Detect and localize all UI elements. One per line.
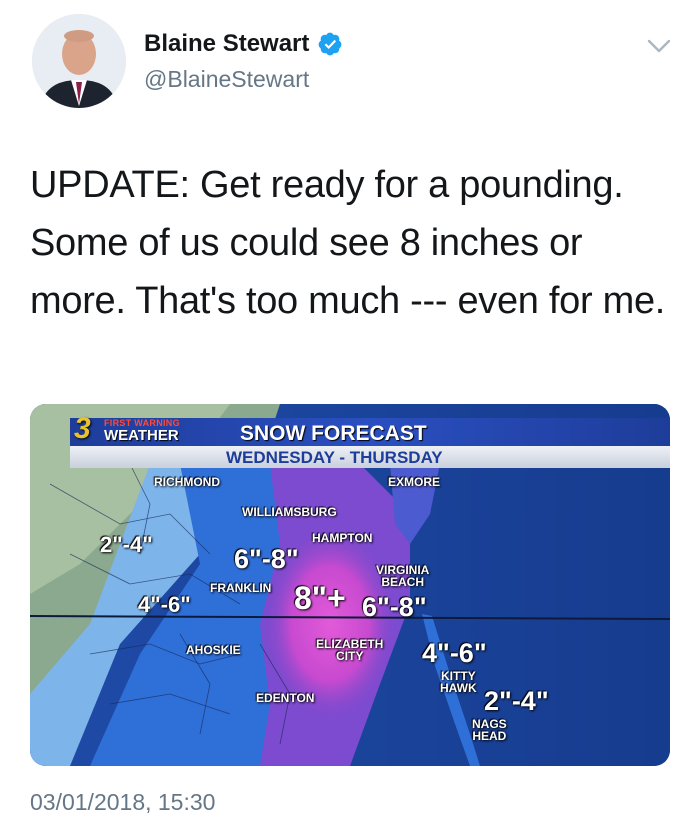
logo-line2: WEATHER <box>104 427 179 444</box>
verified-badge-icon <box>319 32 342 56</box>
display-name[interactable]: Blaine Stewart <box>144 30 309 58</box>
avatar[interactable] <box>32 14 126 108</box>
place-edenton: EDENTON <box>256 691 315 705</box>
amount-obx-south: 2"-4" <box>484 686 549 716</box>
amount-beach: 6"-8" <box>362 592 427 622</box>
place-williamsburg: WILLIAMSBURG <box>242 505 337 519</box>
place-nags-head: NAGS HEAD <box>472 717 507 743</box>
amount-center-north: 6"-8" <box>234 544 299 574</box>
place-kitty-hawk: KITTY HAWK <box>440 669 477 695</box>
station-logo: 3 FIRST WARNING WEATHER <box>74 412 192 446</box>
tweet-header: Blaine Stewart @BlaineStewart <box>0 0 700 120</box>
place-richmond: RICHMOND <box>154 475 220 489</box>
place-ahoskie: AHOSKIE <box>186 643 241 657</box>
place-virginia-beach: VIRGINIA BEACH <box>376 563 430 589</box>
logo-number: 3 <box>74 412 91 445</box>
place-hampton: HAMPTON <box>312 531 373 545</box>
place-franklin: FRANKLIN <box>210 581 272 595</box>
tweet-media-image[interactable]: SNOW FORECAST WEDNESDAY - THURSDAY 3 FIR… <box>30 404 670 766</box>
place-elizabeth-city: ELIZABETH CITY <box>316 637 384 663</box>
forecast-title: SNOW FORECAST <box>240 422 427 445</box>
amount-max: 8"+ <box>294 580 346 616</box>
avatar-photo-icon <box>32 14 126 108</box>
amount-southwest: 4"-6" <box>138 592 191 617</box>
chevron-down-icon[interactable] <box>646 36 672 56</box>
user-handle[interactable]: @BlaineStewart <box>144 66 309 93</box>
tweet-text: UPDATE: Get ready for a pounding. Some o… <box>30 164 666 322</box>
forecast-subtitle: WEDNESDAY - THURSDAY <box>226 448 443 467</box>
amount-obx-north: 4"-6" <box>422 638 487 668</box>
place-exmore: EXMORE <box>388 475 441 489</box>
tweet-timestamp[interactable]: 03/01/2018, 15:30 <box>30 789 215 816</box>
amount-west: 2"-4" <box>100 532 153 557</box>
